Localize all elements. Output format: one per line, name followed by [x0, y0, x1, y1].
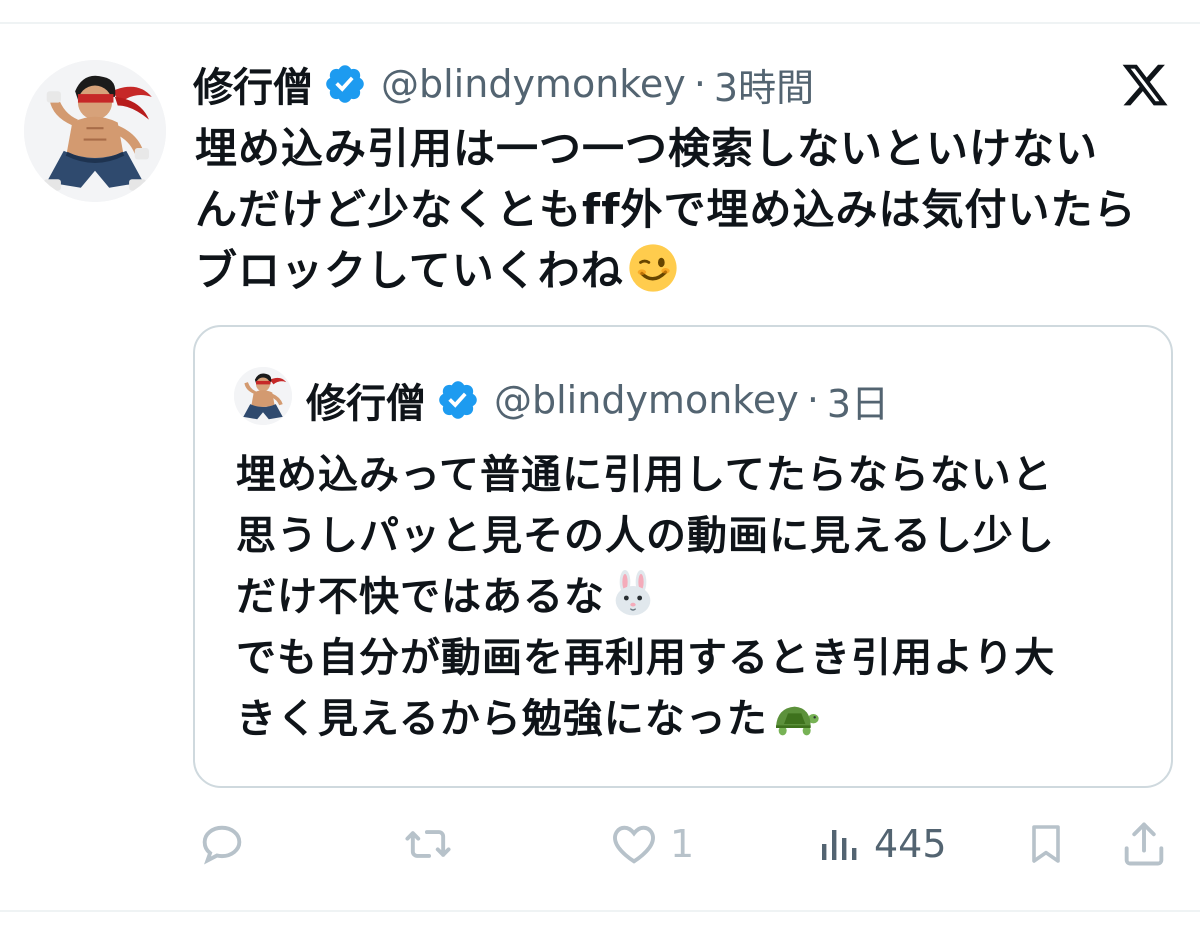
tweet-screenshot: 修行僧 @blindymonkey · 3時間 埋め込み引用は一つ一つ検索しない…: [0, 0, 1200, 926]
like-button[interactable]: 1: [608, 816, 694, 872]
heart-icon: [613, 825, 655, 864]
views-chart-icon: [822, 830, 857, 860]
bookmark-button[interactable]: [1022, 816, 1070, 872]
reply-button[interactable]: [196, 816, 258, 872]
like-count: 1: [670, 822, 695, 866]
tweet-text-line: ブロックしていくわね: [195, 240, 1170, 301]
quoted-text-line-content: だけ不快ではあるな: [236, 574, 605, 620]
repost-icon: [405, 830, 451, 858]
quoted-author-display-name: 修行僧: [306, 381, 426, 427]
quoted-tweet-timestamp: 3日: [826, 381, 890, 426]
author-display-name[interactable]: 修行僧: [193, 55, 313, 113]
bookmark-icon: [1032, 825, 1060, 863]
quoted-tweet-text: 埋め込みって普通に引用してたらならないと 思うしパッと見その人の動画に見えるし少…: [236, 445, 1161, 750]
bottom-divider: [0, 910, 1200, 912]
quoted-author-handle: @blindymonkey: [494, 378, 799, 422]
quoted-text-line: きく見えるから勉強になった: [236, 689, 1161, 750]
share-icon: [1124, 822, 1164, 866]
tweet-header: 修行僧 @blindymonkey · 3時間: [193, 52, 814, 116]
verified-badge-icon: [436, 378, 480, 422]
author-handle[interactable]: @blindymonkey: [381, 62, 686, 106]
ninja-avatar-icon: [234, 367, 292, 425]
tweet-text-line: 埋め込み引用は一つ一つ検索しないといけない: [195, 124, 1099, 173]
meta-separator: ·: [693, 62, 706, 106]
turtle-emoji: [772, 692, 820, 740]
rabbit-face-emoji: [609, 570, 657, 618]
wink-face-emoji: [628, 243, 678, 293]
quoted-text-line: だけ不快ではあるな: [236, 567, 1161, 628]
tweet-timestamp[interactable]: 3時間: [714, 57, 814, 112]
meta-separator: ·: [806, 378, 819, 422]
x-logo-icon[interactable]: [1120, 60, 1170, 110]
views-count: 445: [874, 822, 947, 866]
repost-button[interactable]: [400, 816, 466, 872]
quoted-text-line-content: きく見えるから勉強になった: [236, 696, 768, 742]
tweet-text-line-content: ブロックしていくわね: [195, 246, 624, 295]
top-divider: [0, 22, 1200, 24]
tweet-text-line: んだけど少なくともff外で埋め込みは気付いたら: [195, 185, 1137, 234]
tweet-text: 埋め込み引用は一つ一つ検索しないといけない んだけど少なくともff外で埋め込みは…: [195, 118, 1170, 301]
quoted-author-avatar[interactable]: [234, 367, 292, 425]
quoted-text-line: 埋め込みって普通に引用してたらならないと: [236, 452, 1053, 498]
ninja-avatar-icon: [24, 60, 166, 202]
quoted-text-line: でも自分が動画を再利用するとき引用より大: [236, 635, 1056, 681]
reply-icon: [202, 825, 242, 865]
quoted-tweet-header: 修行僧 @blindymonkey · 3日: [306, 368, 889, 432]
share-button[interactable]: [1118, 816, 1170, 872]
verified-badge-icon: [323, 62, 367, 106]
views-button[interactable]: 445: [816, 816, 947, 872]
author-avatar[interactable]: [24, 60, 166, 202]
quoted-text-line: 思うしパッと見その人の動画に見えるし少し: [236, 513, 1055, 559]
